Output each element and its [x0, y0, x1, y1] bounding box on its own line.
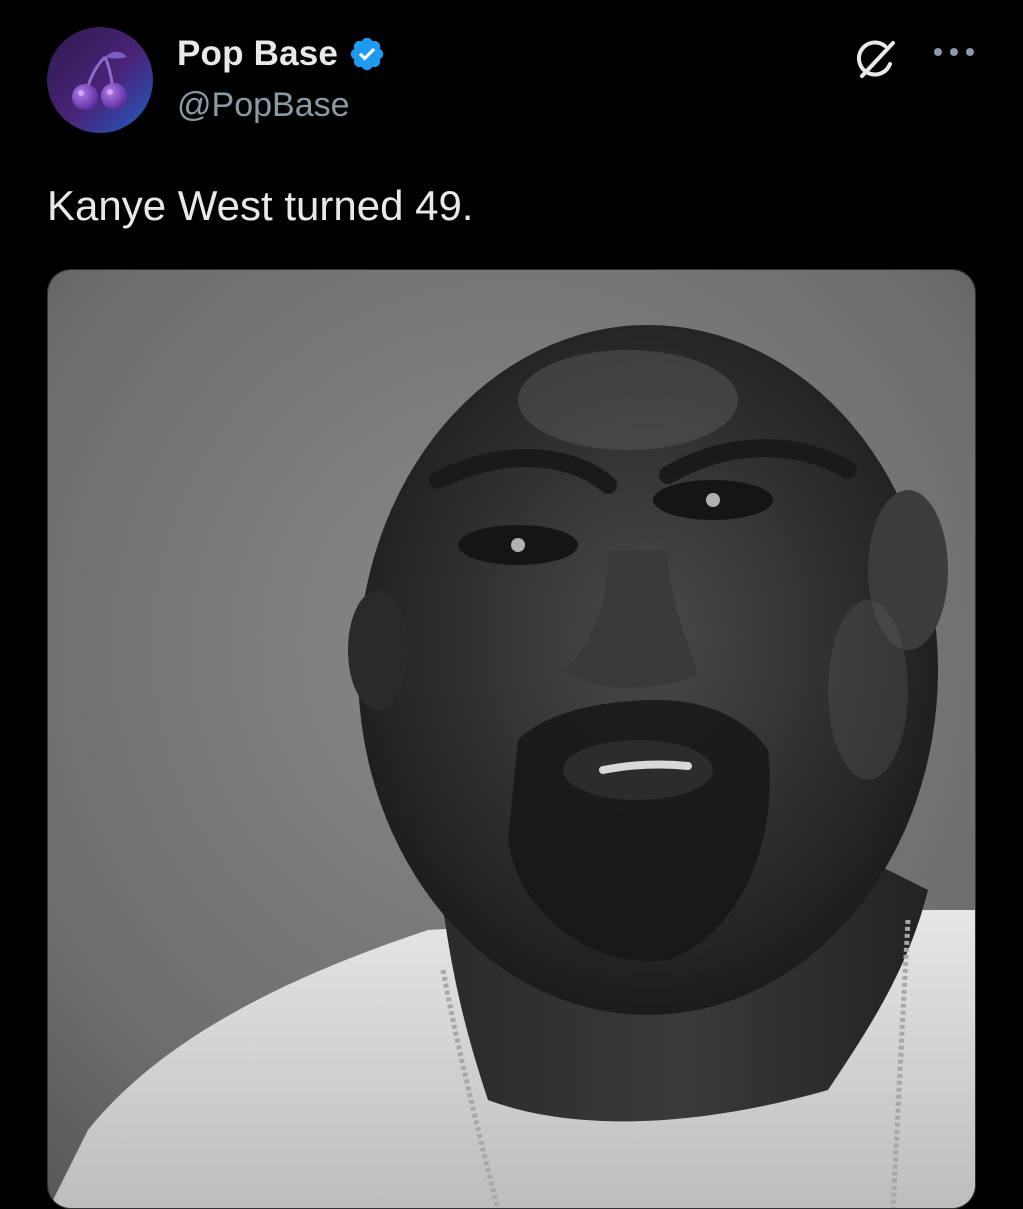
cherries-icon — [47, 27, 153, 133]
verified-badge-icon — [348, 35, 386, 73]
avatar[interactable] — [47, 27, 153, 133]
tweet-text: Kanye West turned 49. — [47, 182, 474, 229]
tweet: Pop Base @PopBase Kanye West turned 49. — [0, 0, 1023, 1209]
more-options-icon[interactable] — [932, 42, 976, 62]
grok-icon[interactable] — [852, 34, 902, 84]
tweet-photo[interactable] — [47, 269, 976, 1209]
author-name-row[interactable]: Pop Base — [177, 32, 386, 76]
author-handle[interactable]: @PopBase — [177, 86, 350, 125]
display-name[interactable]: Pop Base — [177, 34, 338, 74]
portrait-image — [48, 270, 975, 1208]
